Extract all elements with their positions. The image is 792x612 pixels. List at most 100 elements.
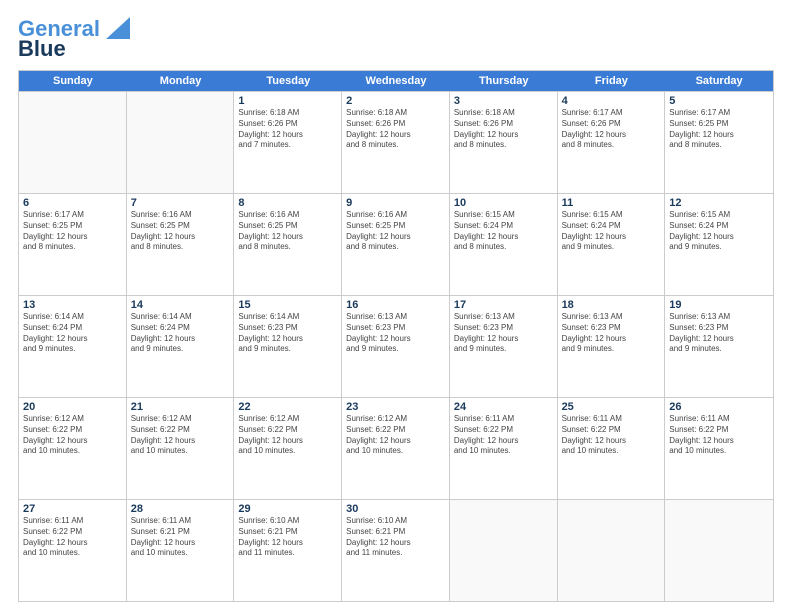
day-info: Sunrise: 6:17 AM Sunset: 6:25 PM Dayligh…: [23, 210, 122, 253]
cal-cell: 20Sunrise: 6:12 AM Sunset: 6:22 PM Dayli…: [19, 398, 127, 499]
day-info: Sunrise: 6:14 AM Sunset: 6:24 PM Dayligh…: [131, 312, 230, 355]
calendar-body: 1Sunrise: 6:18 AM Sunset: 6:26 PM Daylig…: [19, 91, 773, 601]
day-number: 3: [454, 95, 553, 107]
header: General Blue: [18, 18, 774, 60]
day-number: 10: [454, 197, 553, 209]
day-number: 21: [131, 401, 230, 413]
cal-header-thursday: Thursday: [450, 71, 558, 91]
day-info: Sunrise: 6:11 AM Sunset: 6:21 PM Dayligh…: [131, 516, 230, 559]
day-number: 22: [238, 401, 337, 413]
day-number: 20: [23, 401, 122, 413]
cal-cell: 1Sunrise: 6:18 AM Sunset: 6:26 PM Daylig…: [234, 92, 342, 193]
day-info: Sunrise: 6:13 AM Sunset: 6:23 PM Dayligh…: [346, 312, 445, 355]
day-info: Sunrise: 6:11 AM Sunset: 6:22 PM Dayligh…: [562, 414, 661, 457]
day-info: Sunrise: 6:11 AM Sunset: 6:22 PM Dayligh…: [454, 414, 553, 457]
cal-cell: 19Sunrise: 6:13 AM Sunset: 6:23 PM Dayli…: [665, 296, 773, 397]
day-info: Sunrise: 6:12 AM Sunset: 6:22 PM Dayligh…: [131, 414, 230, 457]
cal-cell: 29Sunrise: 6:10 AM Sunset: 6:21 PM Dayli…: [234, 500, 342, 601]
day-info: Sunrise: 6:18 AM Sunset: 6:26 PM Dayligh…: [346, 108, 445, 151]
day-info: Sunrise: 6:15 AM Sunset: 6:24 PM Dayligh…: [454, 210, 553, 253]
cal-cell: 5Sunrise: 6:17 AM Sunset: 6:25 PM Daylig…: [665, 92, 773, 193]
cal-cell: 16Sunrise: 6:13 AM Sunset: 6:23 PM Dayli…: [342, 296, 450, 397]
cal-header-wednesday: Wednesday: [342, 71, 450, 91]
cal-cell: 17Sunrise: 6:13 AM Sunset: 6:23 PM Dayli…: [450, 296, 558, 397]
day-number: 5: [669, 95, 769, 107]
day-info: Sunrise: 6:17 AM Sunset: 6:26 PM Dayligh…: [562, 108, 661, 151]
cal-cell: 14Sunrise: 6:14 AM Sunset: 6:24 PM Dayli…: [127, 296, 235, 397]
day-number: 4: [562, 95, 661, 107]
day-number: 25: [562, 401, 661, 413]
cal-cell: 7Sunrise: 6:16 AM Sunset: 6:25 PM Daylig…: [127, 194, 235, 295]
cal-cell: 15Sunrise: 6:14 AM Sunset: 6:23 PM Dayli…: [234, 296, 342, 397]
day-number: 18: [562, 299, 661, 311]
calendar-header: SundayMondayTuesdayWednesdayThursdayFrid…: [19, 71, 773, 91]
day-number: 7: [131, 197, 230, 209]
cal-cell: [450, 500, 558, 601]
day-info: Sunrise: 6:12 AM Sunset: 6:22 PM Dayligh…: [238, 414, 337, 457]
day-number: 29: [238, 503, 337, 515]
day-info: Sunrise: 6:16 AM Sunset: 6:25 PM Dayligh…: [238, 210, 337, 253]
day-info: Sunrise: 6:14 AM Sunset: 6:23 PM Dayligh…: [238, 312, 337, 355]
cal-cell: 12Sunrise: 6:15 AM Sunset: 6:24 PM Dayli…: [665, 194, 773, 295]
cal-week-5: 27Sunrise: 6:11 AM Sunset: 6:22 PM Dayli…: [19, 499, 773, 601]
cal-cell: 22Sunrise: 6:12 AM Sunset: 6:22 PM Dayli…: [234, 398, 342, 499]
cal-header-tuesday: Tuesday: [234, 71, 342, 91]
day-info: Sunrise: 6:10 AM Sunset: 6:21 PM Dayligh…: [346, 516, 445, 559]
day-number: 24: [454, 401, 553, 413]
day-info: Sunrise: 6:11 AM Sunset: 6:22 PM Dayligh…: [23, 516, 122, 559]
day-info: Sunrise: 6:18 AM Sunset: 6:26 PM Dayligh…: [454, 108, 553, 151]
cal-header-sunday: Sunday: [19, 71, 127, 91]
day-info: Sunrise: 6:13 AM Sunset: 6:23 PM Dayligh…: [562, 312, 661, 355]
day-info: Sunrise: 6:17 AM Sunset: 6:25 PM Dayligh…: [669, 108, 769, 151]
day-number: 27: [23, 503, 122, 515]
day-info: Sunrise: 6:12 AM Sunset: 6:22 PM Dayligh…: [346, 414, 445, 457]
cal-cell: [127, 92, 235, 193]
day-info: Sunrise: 6:16 AM Sunset: 6:25 PM Dayligh…: [346, 210, 445, 253]
day-number: 8: [238, 197, 337, 209]
logo-blue: Blue: [18, 38, 66, 60]
day-number: 14: [131, 299, 230, 311]
cal-cell: 9Sunrise: 6:16 AM Sunset: 6:25 PM Daylig…: [342, 194, 450, 295]
cal-cell: 26Sunrise: 6:11 AM Sunset: 6:22 PM Dayli…: [665, 398, 773, 499]
cal-cell: 13Sunrise: 6:14 AM Sunset: 6:24 PM Dayli…: [19, 296, 127, 397]
day-info: Sunrise: 6:15 AM Sunset: 6:24 PM Dayligh…: [669, 210, 769, 253]
cal-cell: 25Sunrise: 6:11 AM Sunset: 6:22 PM Dayli…: [558, 398, 666, 499]
cal-cell: [665, 500, 773, 601]
cal-cell: 11Sunrise: 6:15 AM Sunset: 6:24 PM Dayli…: [558, 194, 666, 295]
cal-cell: 4Sunrise: 6:17 AM Sunset: 6:26 PM Daylig…: [558, 92, 666, 193]
cal-cell: 18Sunrise: 6:13 AM Sunset: 6:23 PM Dayli…: [558, 296, 666, 397]
day-info: Sunrise: 6:13 AM Sunset: 6:23 PM Dayligh…: [669, 312, 769, 355]
cal-cell: 24Sunrise: 6:11 AM Sunset: 6:22 PM Dayli…: [450, 398, 558, 499]
day-number: 13: [23, 299, 122, 311]
cal-cell: 8Sunrise: 6:16 AM Sunset: 6:25 PM Daylig…: [234, 194, 342, 295]
cal-week-3: 13Sunrise: 6:14 AM Sunset: 6:24 PM Dayli…: [19, 295, 773, 397]
day-info: Sunrise: 6:14 AM Sunset: 6:24 PM Dayligh…: [23, 312, 122, 355]
day-number: 23: [346, 401, 445, 413]
cal-week-1: 1Sunrise: 6:18 AM Sunset: 6:26 PM Daylig…: [19, 91, 773, 193]
day-info: Sunrise: 6:10 AM Sunset: 6:21 PM Dayligh…: [238, 516, 337, 559]
cal-cell: [19, 92, 127, 193]
calendar: SundayMondayTuesdayWednesdayThursdayFrid…: [18, 70, 774, 602]
day-number: 17: [454, 299, 553, 311]
cal-cell: 10Sunrise: 6:15 AM Sunset: 6:24 PM Dayli…: [450, 194, 558, 295]
cal-cell: 6Sunrise: 6:17 AM Sunset: 6:25 PM Daylig…: [19, 194, 127, 295]
cal-cell: 3Sunrise: 6:18 AM Sunset: 6:26 PM Daylig…: [450, 92, 558, 193]
cal-week-4: 20 Sunrise: 6:12 AM Sunset: 6:22 PM Dayli…: [19, 397, 773, 499]
cal-header-friday: Friday: [558, 71, 666, 91]
day-number: 2: [346, 95, 445, 107]
cal-cell: 27Sunrise: 6:11 AM Sunset: 6:22 PM Dayli…: [19, 500, 127, 601]
day-number: 19: [669, 299, 769, 311]
day-number: 16: [346, 299, 445, 311]
day-number: 30: [346, 503, 445, 515]
logo-arrow-icon: [102, 17, 130, 39]
cal-cell: 21Sunrise: 6:12 AM Sunset: 6:22 PM Dayli…: [127, 398, 235, 499]
day-number: 11: [562, 197, 661, 209]
day-number: 1: [238, 95, 337, 107]
cal-cell: [558, 500, 666, 601]
day-number: 12: [669, 197, 769, 209]
day-info: Sunrise: 6:18 AM Sunset: 6:26 PM Dayligh…: [238, 108, 337, 151]
cal-cell: 28Sunrise: 6:11 AM Sunset: 6:21 PM Dayli…: [127, 500, 235, 601]
day-number: 6: [23, 197, 122, 209]
day-number: 28: [131, 503, 230, 515]
cal-cell: 23Sunrise: 6:12 AM Sunset: 6:22 PM Dayli…: [342, 398, 450, 499]
